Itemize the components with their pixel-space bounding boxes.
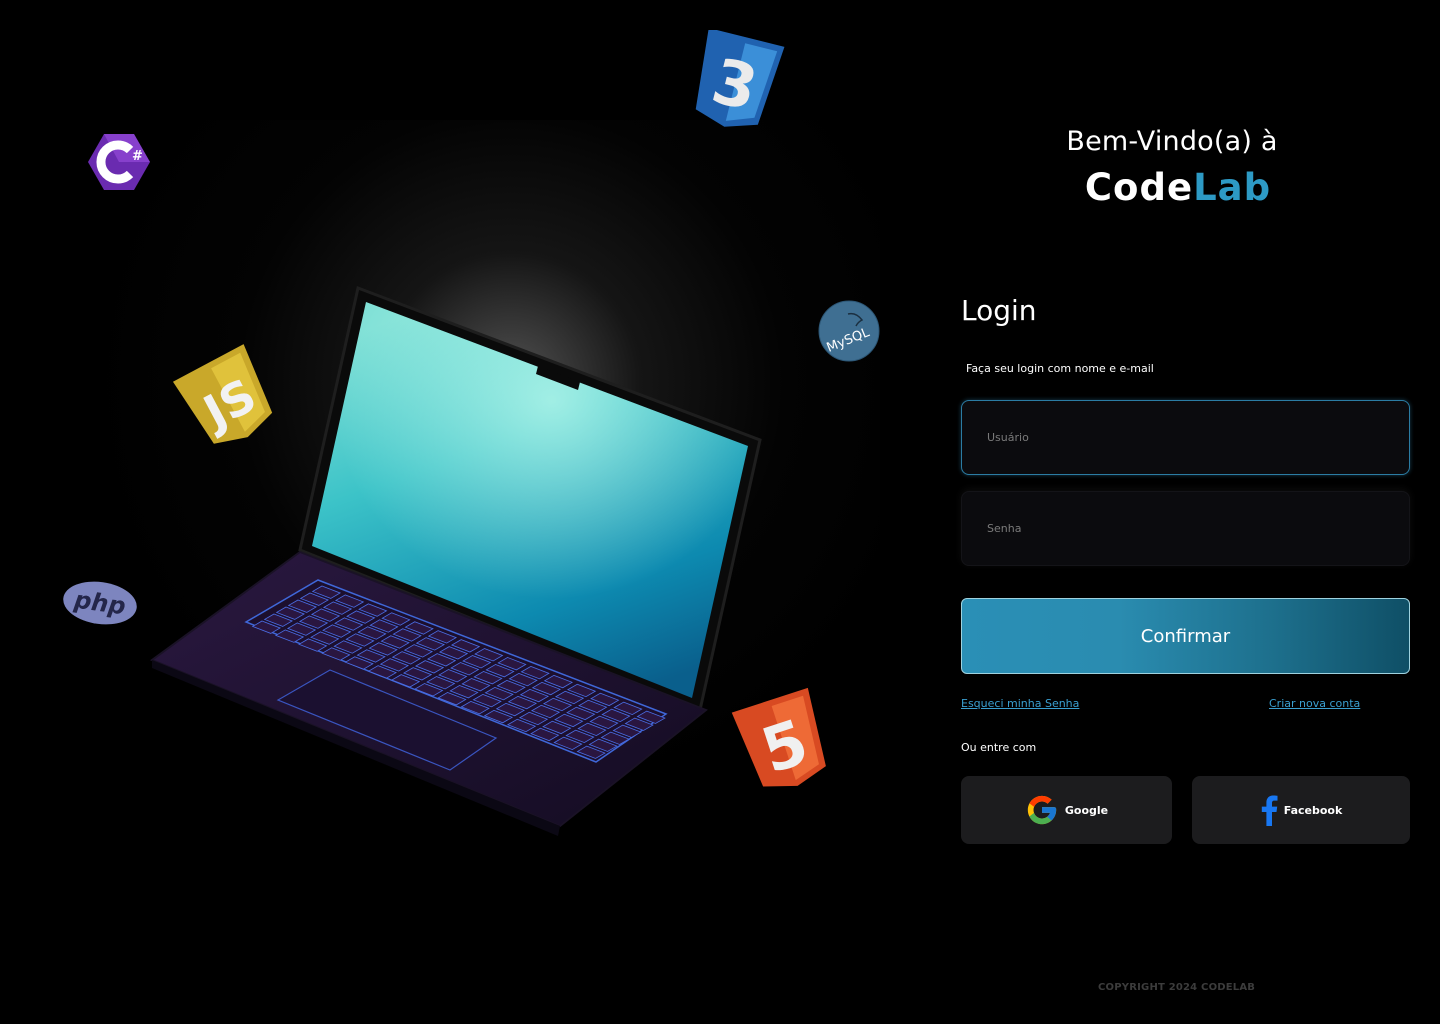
username-field[interactable]: [961, 400, 1410, 475]
facebook-login-label: Facebook: [1283, 803, 1343, 817]
google-login-button[interactable]: Google: [961, 776, 1172, 844]
brand-name-code: Code: [1084, 166, 1194, 209]
facebook-icon: [1261, 795, 1278, 826]
create-account-link[interactable]: Criar nova conta: [1269, 697, 1360, 710]
mysql-icon: MySQL: [818, 300, 880, 362]
social-login-label: Ou entre com: [961, 741, 1037, 754]
welcome-heading: Bem-Vindo(a) à: [1066, 126, 1278, 157]
password-input[interactable]: [987, 522, 1409, 535]
brand-name-lab: Lab: [1193, 166, 1272, 209]
login-page: # 3 JS MySQL php 5 Bem-Vindo(a) à CodeLa…: [0, 0, 1440, 1024]
javascript-icon: JS: [172, 344, 273, 444]
facebook-login-button[interactable]: Facebook: [1192, 776, 1410, 844]
google-login-label: Google: [1064, 803, 1109, 817]
login-title: Login: [961, 294, 1037, 327]
csharp-logo-text: #: [132, 149, 143, 164]
confirm-button[interactable]: Confirmar: [961, 598, 1410, 674]
php-icon: php: [63, 581, 137, 625]
forgot-password-link[interactable]: Esqueci minha Senha: [961, 697, 1079, 710]
css3-icon: 3: [695, 30, 785, 127]
copyright-text: COPYRIGHT 2024 CODELAB: [1098, 982, 1256, 993]
brand-logo: CodeLab: [1000, 166, 1356, 209]
username-input[interactable]: [987, 431, 1409, 444]
html5-icon: 5: [731, 687, 826, 788]
password-field[interactable]: [961, 491, 1410, 566]
csharp-icon: #: [88, 134, 150, 190]
login-subtitle: Faça seu login com nome e e-mail: [966, 362, 1154, 375]
google-icon: [1027, 795, 1057, 825]
